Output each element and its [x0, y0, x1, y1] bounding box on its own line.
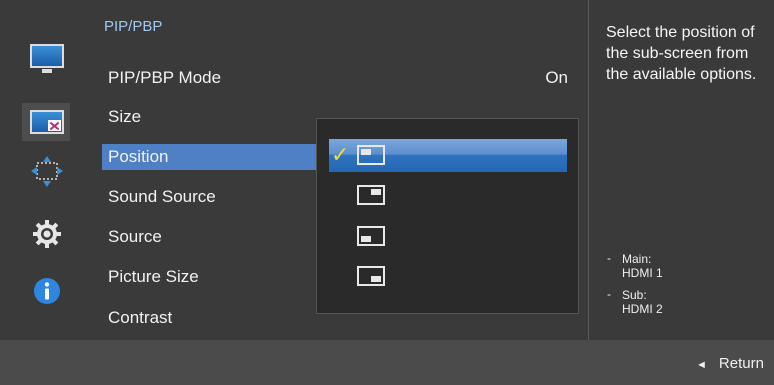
main-source-label: Main: — [622, 252, 652, 266]
onscreen-display-icon[interactable] — [27, 156, 67, 188]
system-settings-icon[interactable] — [27, 218, 67, 250]
position-option-top-right[interactable] — [329, 179, 567, 212]
menu-item-label: Picture Size — [108, 267, 199, 286]
main-source-value: HDMI 1 — [622, 266, 663, 280]
menu-item-contrast[interactable]: Contrast — [108, 305, 172, 331]
menu-item-position[interactable]: Position — [102, 144, 316, 170]
return-button[interactable]: ◄ Return — [696, 355, 764, 372]
menu-item-label: Position — [108, 147, 169, 166]
position-bottom-left-icon — [357, 226, 385, 246]
position-bottom-right-icon — [357, 266, 385, 286]
position-options-popup: ✓ — [316, 118, 579, 314]
position-option-bottom-right[interactable] — [329, 260, 567, 293]
sub-source-label: Sub: — [622, 288, 647, 302]
information-icon[interactable] — [27, 275, 67, 307]
footer-bar — [0, 340, 774, 385]
help-description: Select the position of the sub-screen fr… — [606, 24, 757, 83]
checkmark-icon: ✓ — [331, 142, 350, 167]
menu-item-label: Sound Source — [108, 187, 216, 206]
menu-item-label: PIP/PBP Mode — [108, 68, 222, 87]
menu-item-pip-pbp-mode[interactable]: PIP/PBP Mode On — [108, 65, 568, 91]
main-source-info: - Main: HDMI 1 — [607, 251, 663, 280]
position-top-left-icon — [357, 145, 385, 165]
sub-source-value: HDMI 2 — [622, 302, 663, 316]
position-option-bottom-left[interactable] — [329, 220, 567, 253]
return-label: Return — [718, 355, 764, 372]
source-info: - Main: HDMI 1 - Sub: HDMI 2 — [606, 251, 663, 324]
sub-source-info: - Sub: HDMI 2 — [607, 287, 663, 316]
return-arrow-icon: ◄ — [696, 359, 707, 371]
menu-item-size[interactable]: Size — [108, 104, 141, 130]
menu-item-label: Size — [108, 107, 142, 126]
menu-title: PIP/PBP — [104, 18, 163, 35]
pip-pbp-icon[interactable] — [27, 106, 67, 138]
menu-item-picture-size[interactable]: Picture Size — [108, 264, 199, 290]
menu-item-label: Contrast — [108, 308, 173, 327]
menu-item-source[interactable]: Source — [108, 224, 162, 250]
menu-item-value: On — [545, 68, 568, 87]
picture-icon[interactable] — [27, 40, 67, 73]
menu-item-label: Source — [108, 227, 162, 246]
menu-item-sound-source[interactable]: Sound Source — [108, 184, 216, 210]
position-option-top-left[interactable]: ✓ — [329, 139, 567, 172]
position-top-right-icon — [357, 185, 385, 205]
